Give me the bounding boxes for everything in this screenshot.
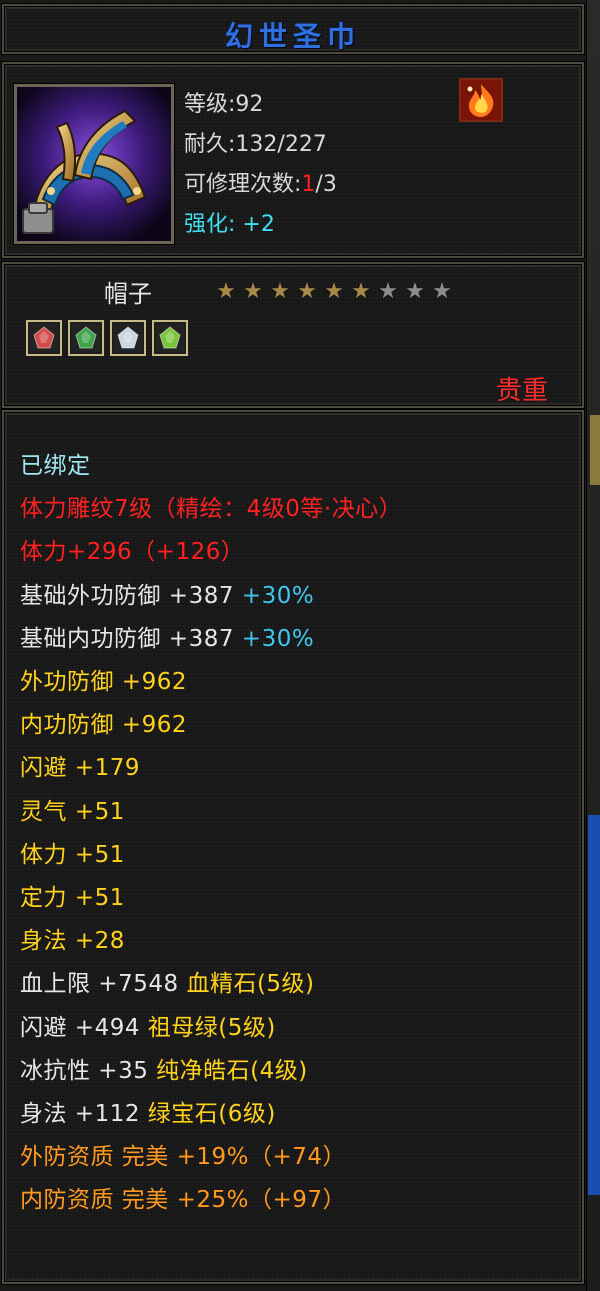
side-edge-blue	[588, 815, 600, 1195]
item-icon-frame[interactable]	[14, 84, 174, 244]
stat-line: 闪避 +179	[20, 748, 140, 782]
stat-text: 闪避 +494	[20, 1014, 148, 1041]
stat-text: 身法 +112	[20, 1101, 148, 1127]
stat-text: 血精石(5级)	[186, 971, 315, 998]
title-bar: 幻世圣巾	[2, 4, 584, 54]
stat-text: 外功防御 +962	[20, 669, 187, 695]
green-gem-icon	[156, 324, 184, 352]
red-gem-icon	[30, 324, 58, 352]
stat-text: 灵气 +51	[20, 798, 125, 825]
stat-line: 定力 +51	[20, 878, 125, 912]
stat-text: 体力 +51	[20, 841, 125, 868]
stat-line: 血上限 +7548 血精石(5级)	[20, 964, 315, 998]
gem-slot[interactable]	[68, 320, 104, 356]
stat-text: 冰抗性 +35	[20, 1057, 157, 1084]
stat-text: 外防资质 完美 +19%（+74）	[20, 1144, 347, 1171]
stat-line: 外功防御 +962	[20, 662, 187, 696]
repair-max: /3	[315, 172, 337, 197]
stat-text: 定力 +51	[20, 885, 125, 911]
rarity-label: 贵重	[495, 376, 548, 406]
stat-line: 身法 +28	[20, 921, 125, 955]
gem-slot[interactable]	[152, 320, 188, 356]
flame-buff-icon[interactable]	[459, 78, 503, 122]
stat-text: 闪避 +179	[20, 755, 140, 782]
star-filled-icon: ★	[297, 279, 317, 304]
stat-line: 闪避 +494 祖母绿(5级)	[20, 1008, 276, 1042]
stat-line: 基础内功防御 +387 +30%	[20, 619, 314, 653]
star-filled-icon: ★	[324, 279, 344, 304]
enhance-text: 强化: +2	[184, 206, 275, 238]
durability-text: 耐久:132/227	[184, 132, 327, 157]
flame-icon	[461, 80, 501, 120]
star-empty-icon: ★	[405, 279, 425, 304]
stat-line: 灵气 +51	[20, 792, 125, 826]
star-empty-icon: ★	[432, 279, 452, 304]
star-filled-icon: ★	[243, 279, 263, 304]
stat-line: 体力 +51	[20, 835, 125, 869]
enhance-value: +2	[242, 212, 275, 237]
stat-line: 体力+296（+126）	[20, 532, 244, 566]
stat-text: 基础外功防御 +387	[20, 582, 242, 609]
stat-line: 内防资质 完美 +25%（+97）	[20, 1180, 346, 1214]
item-type-panel: 帽子 ★ ★ ★ ★ ★ ★ ★ ★ ★ 贵重	[2, 262, 584, 408]
stat-text: 身法 +28	[20, 928, 125, 955]
stat-text: 已绑定	[20, 453, 91, 479]
green-jade-icon	[72, 324, 100, 352]
side-edge-accent	[590, 415, 600, 485]
stats-panel: 已绑定体力雕纹7级（精绘：4级0等·决心） 体力+296（+126） 基础外功防御 …	[2, 410, 584, 1284]
stat-text: 绿宝石(6级)	[147, 1101, 276, 1127]
stat-line: 冰抗性 +35 纯净皓石(4级)	[20, 1051, 308, 1085]
stat-text: 体力雕纹7级（精绘：4级0等·决心）	[20, 496, 403, 523]
star-filled-icon: ★	[270, 279, 290, 304]
stat-text: 内防资质 完美 +25%（+97）	[20, 1187, 347, 1214]
star-empty-icon: ★	[378, 279, 398, 304]
gem-slot[interactable]	[110, 320, 146, 356]
stat-text: 纯净皓石(4级)	[156, 1057, 308, 1084]
stat-line: 基础外功防御 +387 +30%	[20, 576, 314, 610]
level-text: 等级:92	[184, 92, 264, 117]
star-rating: ★ ★ ★ ★ ★ ★ ★ ★ ★	[214, 280, 454, 304]
stat-line: 身法 +112 绿宝石(6级)	[20, 1094, 276, 1128]
stat-text: 血上限 +7548	[20, 971, 187, 998]
repair-used: 1	[301, 172, 316, 197]
stat-line: 内功防御 +962	[20, 705, 187, 739]
repair-count: 可修理次数:1/3	[184, 166, 337, 198]
stat-text: 基础内功防御 +387	[20, 625, 242, 652]
stat-text: 祖母绿(5级)	[147, 1014, 276, 1041]
stat-line: 体力雕纹7级（精绘：4级0等·决心）	[20, 489, 402, 523]
repair-label: 可修理次数:	[184, 172, 302, 197]
enhance-label: 强化:	[184, 212, 236, 237]
item-header: 等级:92 耐久:132/227 可修理次数:1/3 强化: +2	[2, 62, 584, 258]
item-name: 幻世圣巾	[224, 20, 361, 53]
stat-text: +30%	[241, 625, 315, 652]
gem-slots	[26, 320, 188, 356]
stat-text: 内功防御 +962	[20, 712, 187, 739]
stat-text: 体力+296（+126）	[20, 539, 245, 566]
item-type: 帽子	[104, 280, 152, 308]
white-gem-icon	[114, 324, 142, 352]
headband-icon	[17, 87, 171, 241]
star-filled-icon: ★	[351, 279, 371, 304]
stat-line: 外防资质 完美 +19%（+74）	[20, 1137, 346, 1171]
stat-line: 已绑定	[20, 446, 91, 480]
stat-text: +30%	[241, 582, 315, 609]
gem-slot[interactable]	[26, 320, 62, 356]
star-filled-icon: ★	[216, 279, 236, 304]
